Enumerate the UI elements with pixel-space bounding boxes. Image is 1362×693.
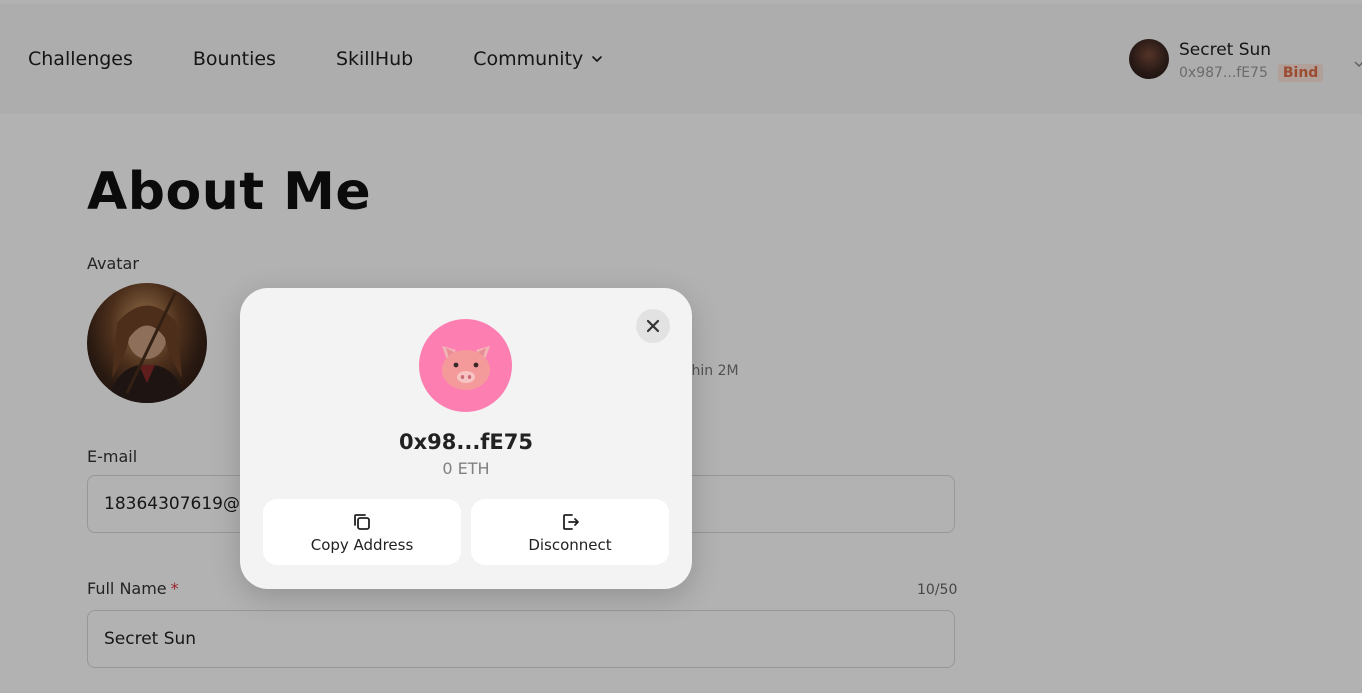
wallet-address: 0x98...fE75 <box>398 430 534 454</box>
wallet-balance: 0 ETH <box>442 459 490 478</box>
close-icon <box>646 319 660 333</box>
copy-address-label: Copy Address <box>310 536 414 554</box>
page: Challenges Bounties SkillHub Community S… <box>0 0 1362 693</box>
disconnect-button[interactable]: Disconnect <box>471 499 669 565</box>
logout-icon <box>563 514 579 530</box>
account-avatar <box>419 319 512 412</box>
pig-icon <box>441 345 490 390</box>
close-button[interactable] <box>636 309 670 343</box>
copy-address-button[interactable]: Copy Address <box>263 499 461 565</box>
copy-icon <box>354 514 370 530</box>
disconnect-label: Disconnect <box>528 536 612 554</box>
account-modal: 0x98...fE75 0 ETH Copy Address Disconnec… <box>240 288 692 589</box>
